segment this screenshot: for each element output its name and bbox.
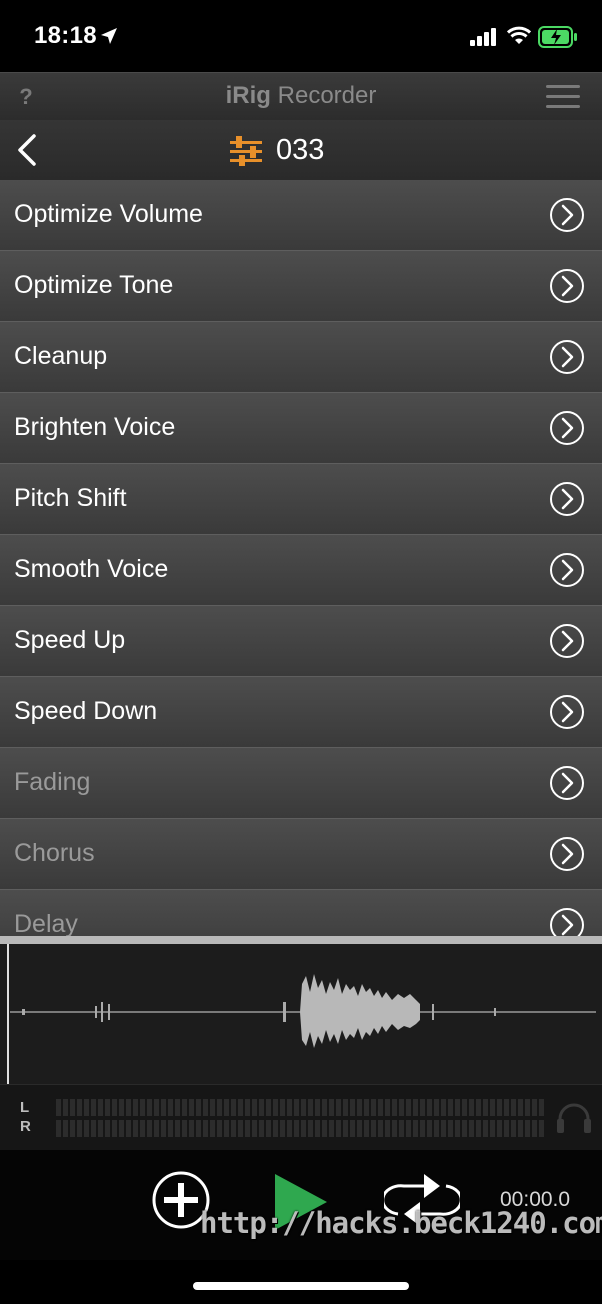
effect-row-delay[interactable]: Delay	[0, 890, 602, 936]
effect-row-optimize-volume[interactable]: Optimize Volume	[0, 180, 602, 251]
effects-list: Optimize Volume Optimize Tone Cleanup Br…	[0, 180, 602, 936]
watermark-text: http://hacks.beck1240.com/	[200, 1206, 602, 1240]
meter-left-label: L	[20, 1099, 30, 1116]
app-title: iRig Recorder	[0, 82, 602, 110]
chevron-right-circle-icon[interactable]	[549, 268, 585, 304]
effect-row-fading[interactable]: Fading	[0, 748, 602, 819]
nav-bar: 033	[0, 120, 602, 181]
recording-title: 033	[276, 133, 325, 166]
chevron-left-icon[interactable]	[14, 132, 42, 168]
effect-label: Smooth Voice	[14, 555, 169, 583]
app-header: ? iRig Recorder	[0, 72, 602, 121]
effect-label: Delay	[14, 910, 78, 936]
level-meter: L R	[0, 1084, 602, 1152]
effect-row-cleanup[interactable]: Cleanup	[0, 322, 602, 393]
hamburger-menu-icon[interactable]	[546, 83, 580, 111]
effect-row-speed-up[interactable]: Speed Up	[0, 606, 602, 677]
sliders-icon	[230, 136, 262, 166]
effect-label: Speed Up	[14, 626, 126, 654]
chevron-right-circle-icon[interactable]	[549, 197, 585, 233]
home-indicator[interactable]	[193, 1282, 409, 1290]
status-bar: 18:18	[0, 0, 602, 72]
effect-row-optimize-tone[interactable]: Optimize Tone	[0, 251, 602, 322]
meter-right-label: R	[20, 1118, 31, 1135]
chevron-right-circle-icon[interactable]	[549, 410, 585, 446]
effect-label: Fading	[14, 768, 91, 796]
chevron-right-circle-icon[interactable]	[549, 907, 585, 936]
effect-row-brighten-voice[interactable]: Brighten Voice	[0, 393, 602, 464]
effect-row-chorus[interactable]: Chorus	[0, 819, 602, 890]
effect-row-smooth-voice[interactable]: Smooth Voice	[0, 535, 602, 606]
effect-label: Cleanup	[14, 342, 108, 370]
effect-label: Brighten Voice	[14, 413, 176, 441]
chevron-right-circle-icon[interactable]	[549, 765, 585, 801]
transport-bar: 00:00.0 http://hacks.beck1240.com/	[0, 1150, 602, 1260]
battery-charging-icon	[538, 26, 577, 48]
effect-label: Speed Down	[14, 697, 158, 725]
app-title-rest: Recorder	[270, 82, 377, 109]
effect-label: Pitch Shift	[14, 484, 127, 512]
nav-title-group: 033	[228, 130, 324, 170]
headphones-icon[interactable]	[556, 1101, 592, 1135]
location-arrow-icon	[101, 28, 117, 44]
effect-label: Optimize Volume	[14, 200, 203, 228]
effect-label: Optimize Tone	[14, 271, 174, 299]
waveform-view[interactable]	[0, 936, 602, 1084]
signal-icon	[470, 28, 496, 46]
effect-row-pitch-shift[interactable]: Pitch Shift	[0, 464, 602, 535]
chevron-right-circle-icon[interactable]	[549, 339, 585, 375]
app-title-brand: iRig	[225, 82, 271, 109]
chevron-right-circle-icon[interactable]	[549, 694, 585, 730]
meter-bars	[56, 1099, 546, 1137]
chevron-right-circle-icon[interactable]	[549, 836, 585, 872]
waveform	[7, 944, 596, 1084]
wifi-icon	[507, 26, 531, 44]
status-time: 18:18	[34, 22, 97, 49]
effect-row-speed-down[interactable]: Speed Down	[0, 677, 602, 748]
effect-label: Chorus	[14, 839, 95, 867]
chevron-right-circle-icon[interactable]	[549, 481, 585, 517]
chevron-right-circle-icon[interactable]	[549, 552, 585, 588]
chevron-right-circle-icon[interactable]	[549, 623, 585, 659]
